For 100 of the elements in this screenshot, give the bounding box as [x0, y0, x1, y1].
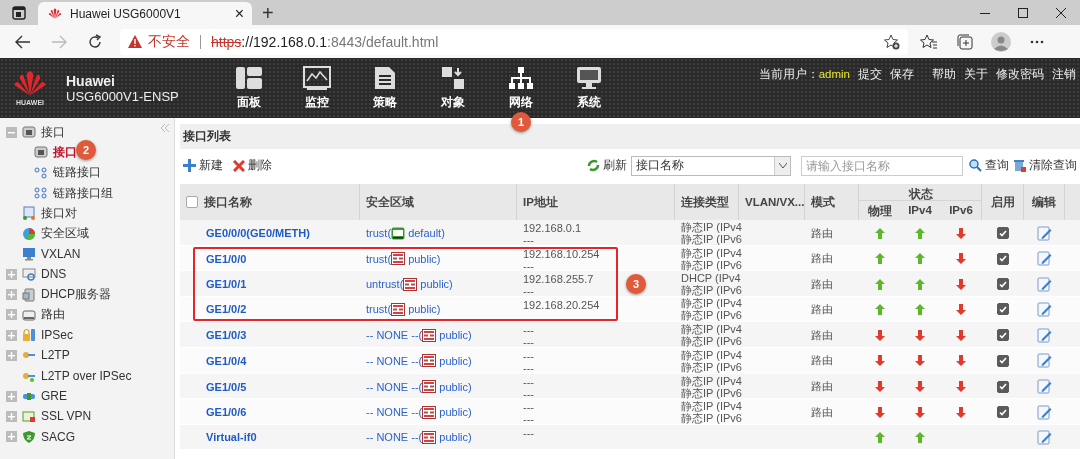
nav-item[interactable]: 策略: [373, 93, 397, 111]
refresh-button[interactable]: 刷新: [587, 158, 627, 173]
zone-link[interactable]: -- NONE --( public): [366, 328, 472, 342]
sidebar-item[interactable]: SACG: [41, 429, 75, 444]
sidebar-item[interactable]: 接口: [41, 123, 65, 141]
enable-checkbox[interactable]: [997, 380, 1009, 393]
monitor-chart-icon[interactable]: [303, 65, 331, 90]
tab-actions-icon[interactable]: [12, 5, 26, 20]
nav-item[interactable]: 对象: [441, 93, 465, 111]
close-tab-button[interactable]: ×: [234, 5, 244, 22]
zone-link[interactable]: trust( public): [366, 302, 441, 316]
edit-button[interactable]: [1037, 404, 1052, 420]
expand-toggle[interactable]: [6, 329, 17, 341]
interface-link[interactable]: GE1/0/3: [186, 329, 247, 342]
sidebar-item[interactable]: IPSec: [41, 328, 73, 343]
header-link[interactable]: 提交: [858, 67, 882, 82]
nav-item[interactable]: 系统: [577, 93, 601, 111]
edit-button[interactable]: [1037, 379, 1052, 395]
sidebar-item[interactable]: 接口: [53, 143, 77, 161]
enable-checkbox[interactable]: [997, 252, 1009, 265]
interface-link[interactable]: GE1/0/0: [186, 252, 247, 265]
enable-checkbox[interactable]: [997, 406, 1009, 419]
edit-button[interactable]: [1037, 327, 1052, 343]
interface-link[interactable]: GE1/0/1: [186, 278, 247, 291]
column-title: 接口名称: [204, 194, 252, 210]
delete-button[interactable]: 删除: [233, 158, 272, 173]
plus-icon: [8, 311, 15, 319]
edit-button[interactable]: [1037, 225, 1052, 241]
sidebar-item[interactable]: L2TP over IPSec: [41, 368, 132, 383]
edit-button[interactable]: [1037, 353, 1052, 369]
edit-button[interactable]: [1037, 301, 1052, 317]
sidebar-item[interactable]: DNS: [41, 267, 67, 282]
nav-item[interactable]: 网络: [509, 93, 533, 111]
clear-query-button[interactable]: 清除查询: [1013, 158, 1077, 173]
enable-checkbox[interactable]: [997, 278, 1009, 291]
sidebar-item[interactable]: GRE: [41, 389, 67, 403]
forward-arrow-icon: [51, 34, 67, 49]
zone-link[interactable]: trust( public): [366, 252, 441, 266]
zone-link[interactable]: untrust( public): [366, 277, 453, 291]
zone-link[interactable]: -- NONE --( public): [366, 430, 472, 444]
enable-checkbox[interactable]: [997, 303, 1009, 316]
user-label: 当前用户：admin: [758, 67, 850, 82]
header-link[interactable]: 帮助: [932, 67, 956, 82]
sidebar-item[interactable]: 链路接口组: [53, 184, 113, 202]
logo-icon: [13, 70, 47, 98]
close-icon: [1056, 7, 1066, 18]
sidebar-item[interactable]: DHCP服务器: [41, 286, 111, 303]
edit-button[interactable]: [1037, 429, 1052, 445]
sidebar-item[interactable]: 接口对: [41, 204, 77, 222]
header-link[interactable]: 保存: [890, 67, 914, 82]
network-icon[interactable]: [508, 65, 534, 90]
sidebar-item[interactable]: 路由: [41, 306, 65, 324]
interface-link[interactable]: GE1/0/5: [186, 380, 247, 393]
zone-link[interactable]: -- NONE --( public): [366, 405, 472, 419]
zone-link[interactable]: trust( default): [366, 226, 445, 240]
new-tab-button[interactable]: +: [252, 0, 284, 25]
enable-checkbox[interactable]: [997, 354, 1009, 367]
browser-tab[interactable]: Huawei USG6000V1 ×: [38, 2, 252, 25]
nav-item[interactable]: 面板: [237, 93, 261, 111]
sidebar-item[interactable]: 安全区域: [41, 225, 89, 243]
expand-toggle[interactable]: [6, 390, 17, 402]
column-header: 物理: [866, 204, 893, 219]
header-link[interactable]: 注销: [1052, 67, 1076, 82]
enable-checkbox[interactable]: [997, 329, 1009, 342]
expand-toggle[interactable]: [6, 268, 17, 280]
interface-link[interactable]: GE1/0/2: [186, 303, 247, 316]
objects-icon[interactable]: [441, 65, 465, 90]
computer-icon[interactable]: [576, 65, 602, 90]
sidebar-item[interactable]: SSL VPN: [41, 409, 92, 424]
expand-toggle[interactable]: [6, 410, 17, 422]
expand-toggle[interactable]: [6, 289, 17, 300]
search-field[interactable]: 请输入接口名称: [801, 155, 963, 176]
address-bar[interactable]: 不安全 https://192.168.0.1:8443/default.html: [120, 28, 908, 55]
expand-toggle[interactable]: [6, 349, 17, 361]
sidebar-item[interactable]: L2TP: [41, 348, 70, 363]
expand-toggle[interactable]: [6, 309, 17, 321]
interface-link[interactable]: GE1/0/6: [186, 406, 247, 419]
interface-link[interactable]: Virtual-if0: [186, 431, 257, 444]
edit-button[interactable]: [1037, 251, 1052, 267]
filter-dropdown[interactable]: 接口名称: [631, 155, 791, 176]
select-all-checkbox[interactable]: [186, 196, 198, 208]
new-button[interactable]: 新建: [183, 158, 223, 173]
edit-button[interactable]: [1037, 276, 1052, 292]
nav-item[interactable]: 监控: [305, 93, 329, 111]
document-icon[interactable]: [374, 65, 396, 90]
more-icon: [1030, 39, 1044, 44]
enable-checkbox[interactable]: [997, 227, 1009, 239]
zone-link[interactable]: -- NONE --( public): [366, 354, 472, 368]
interface-link[interactable]: GE0/0/0(GE0/METH): [186, 227, 310, 239]
dashboard-icon[interactable]: [235, 65, 263, 90]
expand-toggle[interactable]: [6, 431, 17, 443]
header-link[interactable]: 修改密码: [996, 67, 1044, 82]
collapse-toggle[interactable]: [6, 126, 17, 138]
sidebar-item[interactable]: 链路接口: [53, 164, 101, 182]
interface-link[interactable]: GE1/0/4: [186, 354, 247, 367]
query-button[interactable]: 查询: [969, 158, 1009, 173]
add-favorite-icon[interactable]: [884, 33, 900, 50]
sidebar-item[interactable]: VXLAN: [41, 246, 81, 261]
header-link[interactable]: 关于: [964, 67, 988, 82]
zone-link[interactable]: -- NONE --( public): [366, 380, 472, 394]
